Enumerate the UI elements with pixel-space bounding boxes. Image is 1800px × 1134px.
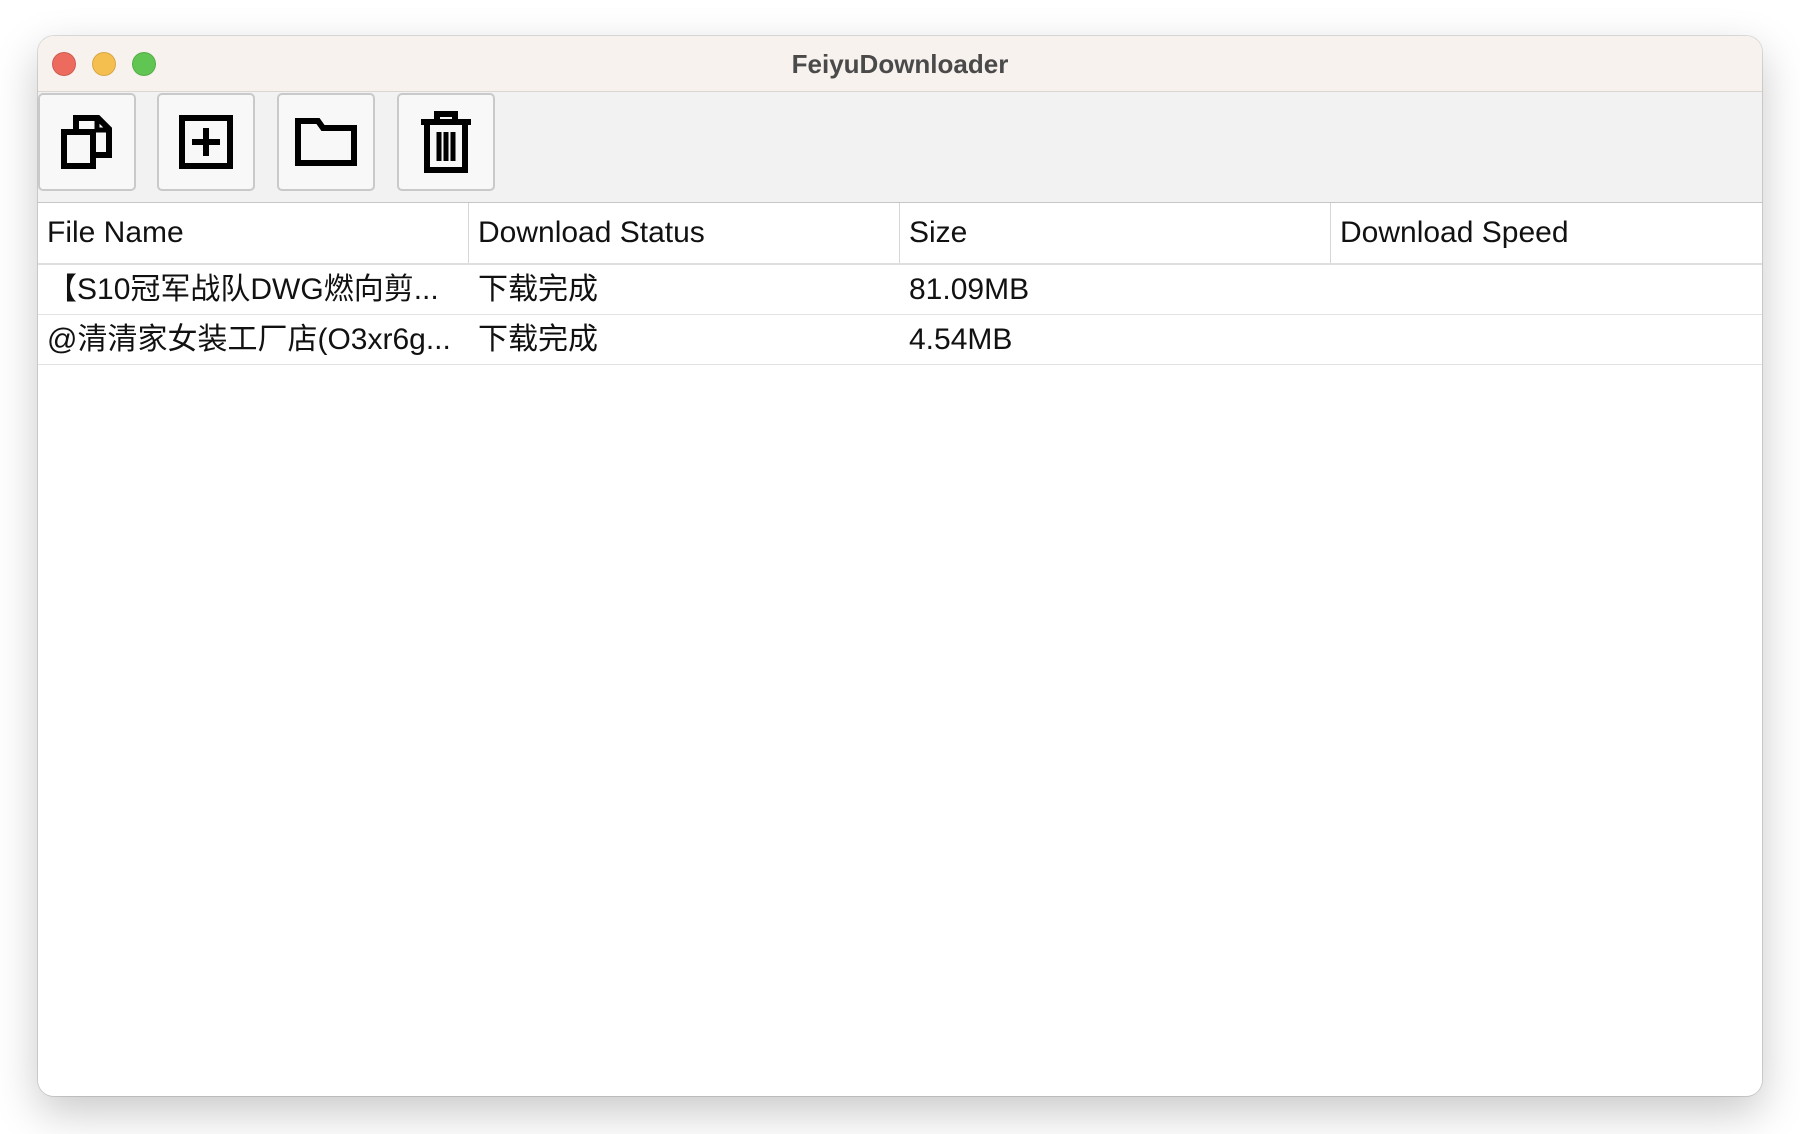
size-cell: 4.54MB xyxy=(909,323,1013,356)
add-download-button[interactable] xyxy=(157,93,255,191)
trash-icon xyxy=(418,110,474,174)
toolbar xyxy=(38,92,1762,203)
add-icon xyxy=(178,114,234,170)
folder-icon xyxy=(294,117,358,167)
table-row[interactable]: @清清家女装工厂店(O3xr6g... 下载完成 4.54MB xyxy=(38,315,1762,365)
column-header-size[interactable]: Size xyxy=(900,203,1331,263)
window-title: FeiyuDownloader xyxy=(791,49,1009,79)
file-name-cell: 【S10冠军战队DWG燃向剪... xyxy=(47,273,439,306)
download-speed-cell xyxy=(1331,315,1762,364)
title-bar: FeiyuDownloader xyxy=(38,36,1762,92)
download-table: File Name Download Status Size Download … xyxy=(38,203,1762,1096)
copy-icon xyxy=(59,114,115,170)
file-name-cell: @清清家女装工厂店(O3xr6g... xyxy=(47,323,451,356)
column-header-download-status[interactable]: Download Status xyxy=(469,203,900,263)
download-speed-cell xyxy=(1331,265,1762,314)
app-window: FeiyuDownloader File Name Download Statu… xyxy=(38,36,1762,1096)
column-header-download-speed[interactable]: Download Speed xyxy=(1331,203,1762,263)
download-status-cell: 下载完成 xyxy=(478,273,598,306)
column-header-file-name[interactable]: File Name xyxy=(38,203,469,263)
delete-button[interactable] xyxy=(397,93,495,191)
table-header: File Name Download Status Size Download … xyxy=(38,203,1762,265)
copy-button[interactable] xyxy=(38,93,136,191)
download-status-cell: 下载完成 xyxy=(478,323,598,356)
table-row[interactable]: 【S10冠军战队DWG燃向剪... 下载完成 81.09MB xyxy=(38,265,1762,315)
open-folder-button[interactable] xyxy=(277,93,375,191)
size-cell: 81.09MB xyxy=(909,273,1030,306)
